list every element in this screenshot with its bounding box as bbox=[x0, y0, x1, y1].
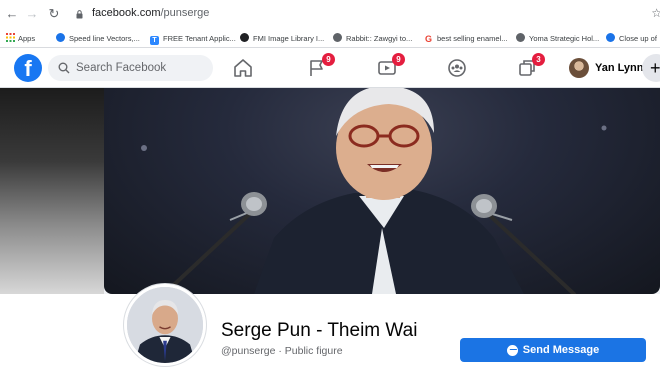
search-box[interactable] bbox=[48, 55, 213, 81]
facebook-header: f 9 9 3 Yan Lynn + bbox=[0, 48, 660, 88]
cover-photo[interactable] bbox=[104, 88, 660, 294]
logo-letter: f bbox=[24, 56, 32, 81]
bookmark-item-speed-line[interactable]: Speed line Vectors,... bbox=[56, 33, 140, 45]
send-message-button[interactable]: Send Message bbox=[460, 338, 646, 362]
reload-icon[interactable]: ↻ bbox=[46, 6, 62, 22]
bookmark-label: best selling enamel... bbox=[437, 34, 508, 43]
bookmark-favicon bbox=[240, 33, 249, 42]
url-path: /punserge bbox=[160, 7, 210, 19]
cover-side-gradient bbox=[0, 88, 104, 298]
bookmark-label: Close up of bbox=[619, 34, 657, 43]
profile-handle: @punserge · Public figure bbox=[221, 345, 343, 357]
profile-picture[interactable] bbox=[124, 284, 206, 366]
bookmark-item-tenant[interactable]: T FREE Tenant Applic... bbox=[150, 33, 236, 45]
nav-gaming-icon[interactable]: 3 bbox=[514, 53, 545, 80]
bookmark-item-enamel[interactable]: Gbest selling enamel... bbox=[424, 33, 507, 45]
user-name: Yan Lynn bbox=[595, 62, 644, 74]
avatar bbox=[569, 58, 589, 78]
nav-home-icon[interactable] bbox=[230, 56, 256, 80]
nav-pages-icon[interactable]: 9 bbox=[304, 53, 335, 80]
forward-arrow-icon[interactable]: → bbox=[24, 6, 40, 22]
plus-icon: + bbox=[650, 58, 660, 78]
page: ← → ↻ facebook.com/punserge ☆ Apps Speed… bbox=[0, 0, 660, 378]
bookmark-favicon bbox=[606, 33, 615, 42]
nav-groups-icon[interactable] bbox=[444, 56, 470, 80]
profile-chip[interactable]: Yan Lynn bbox=[566, 55, 650, 81]
bookmark-label: Yoma Strategic Hol... bbox=[529, 34, 600, 43]
apps-grid-icon bbox=[6, 33, 15, 42]
notification-badge: 3 bbox=[532, 53, 545, 66]
bookmark-item-rabbit[interactable]: Rabbit:: Zawgyi to... bbox=[333, 33, 412, 45]
bookmark-favicon bbox=[56, 33, 65, 42]
bookmark-item-apps[interactable]: Apps bbox=[6, 33, 35, 45]
bookmark-label: FMI Image Library I... bbox=[253, 34, 325, 43]
notification-badge: 9 bbox=[322, 53, 335, 66]
facebook-logo-icon[interactable]: f bbox=[14, 54, 42, 82]
nav-watch-icon[interactable]: 9 bbox=[374, 53, 405, 80]
bookmark-item-close-up[interactable]: Close up of bbox=[606, 33, 657, 45]
profile-name: Serge Pun - Theim Wai bbox=[221, 320, 418, 341]
notification-badge: 9 bbox=[392, 53, 405, 66]
globe-icon bbox=[333, 33, 342, 42]
bookmarks-bar: Apps Speed line Vectors,... T FREE Tenant… bbox=[0, 30, 660, 48]
messenger-icon bbox=[506, 344, 518, 356]
cover-photo-image bbox=[141, 88, 607, 294]
url-field[interactable]: facebook.com/punserge bbox=[92, 7, 209, 19]
bookmark-item-yoma[interactable]: Yoma Strategic Hol... bbox=[516, 33, 599, 45]
bookmark-favicon: T bbox=[150, 36, 159, 45]
profile-photo-image bbox=[127, 287, 203, 363]
browser-address-bar: ← → ↻ facebook.com/punserge ☆ bbox=[0, 0, 660, 30]
bookmark-label: FREE Tenant Applic... bbox=[163, 34, 236, 43]
url-host: facebook.com bbox=[92, 7, 161, 19]
back-arrow-icon[interactable]: ← bbox=[4, 6, 20, 22]
globe-icon bbox=[516, 33, 525, 42]
google-icon: G bbox=[424, 34, 432, 44]
bookmark-item-fmi[interactable]: FMI Image Library I... bbox=[240, 33, 324, 45]
search-input[interactable] bbox=[76, 55, 206, 81]
send-message-label: Send Message bbox=[522, 344, 600, 356]
lock-icon[interactable] bbox=[76, 10, 83, 19]
star-icon[interactable]: ☆ bbox=[651, 6, 660, 20]
search-icon bbox=[58, 62, 70, 74]
bookmark-label: Rabbit:: Zawgyi to... bbox=[346, 34, 413, 43]
bookmark-label: Speed line Vectors,... bbox=[69, 34, 140, 43]
bookmark-label: Apps bbox=[18, 34, 36, 43]
